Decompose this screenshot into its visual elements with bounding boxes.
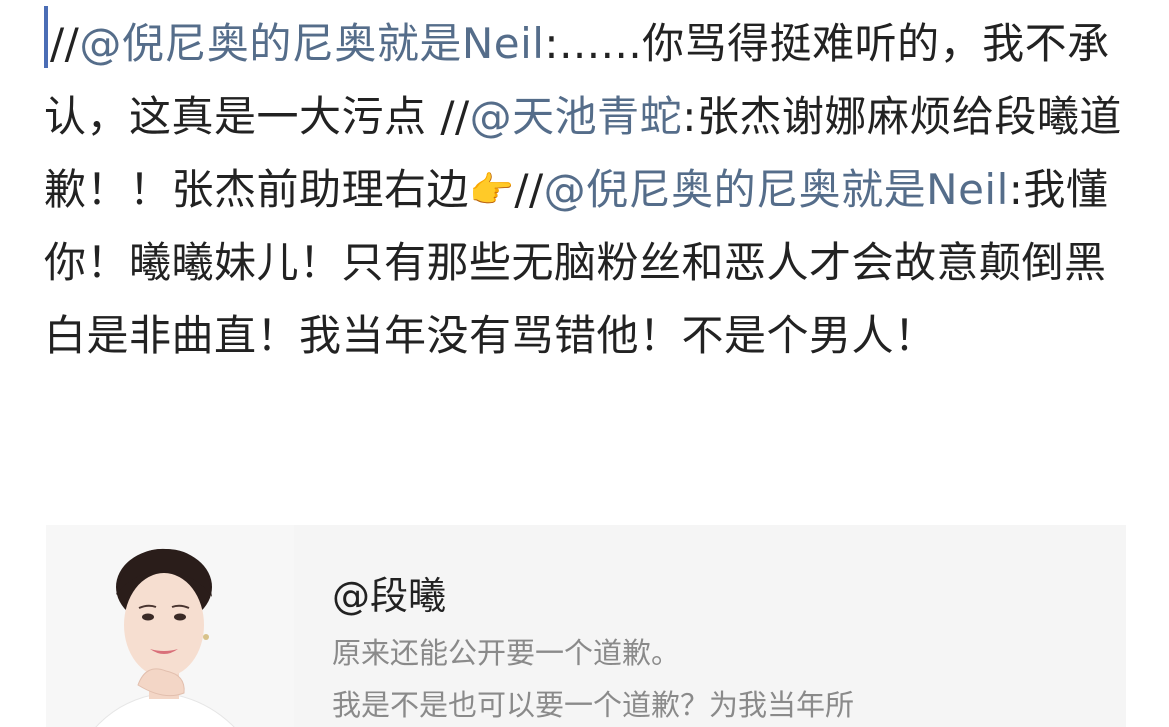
quoted-post-body: @段曦 原来还能公开要一个道歉。 我是不是也可以要一个道歉？为我当年所: [332, 565, 1092, 727]
author-avatar-image: [46, 525, 294, 727]
quoted-post-line: 原来还能公开要一个道歉。: [332, 636, 681, 670]
mention-link-tianchi[interactable]: @天池青蛇: [470, 92, 683, 141]
repost-separator: //: [440, 92, 470, 141]
quoted-author-name[interactable]: @段曦: [332, 565, 1092, 627]
pointing-right-icon: 👉: [469, 170, 515, 211]
mention-link-neil[interactable]: @倪尼奥的尼奥就是Neil: [79, 19, 544, 68]
quoted-post-card[interactable]: @段曦 原来还能公开要一个道歉。 我是不是也可以要一个道歉？为我当年所: [46, 525, 1126, 727]
quoted-post-line: 我是不是也可以要一个道歉？为我当年所: [332, 688, 855, 722]
repost-separator: //: [514, 165, 544, 214]
mention-link-neil[interactable]: @倪尼奥的尼奥就是Neil: [544, 165, 1009, 214]
woman-portrait-icon: [46, 525, 294, 727]
repost-separator: //: [50, 19, 80, 68]
text-cursor: [44, 6, 48, 68]
repost-text: //@倪尼奥的尼奥就是Neil:......你骂得挺难听的，我不承认，这真是一大…: [44, 6, 1134, 372]
